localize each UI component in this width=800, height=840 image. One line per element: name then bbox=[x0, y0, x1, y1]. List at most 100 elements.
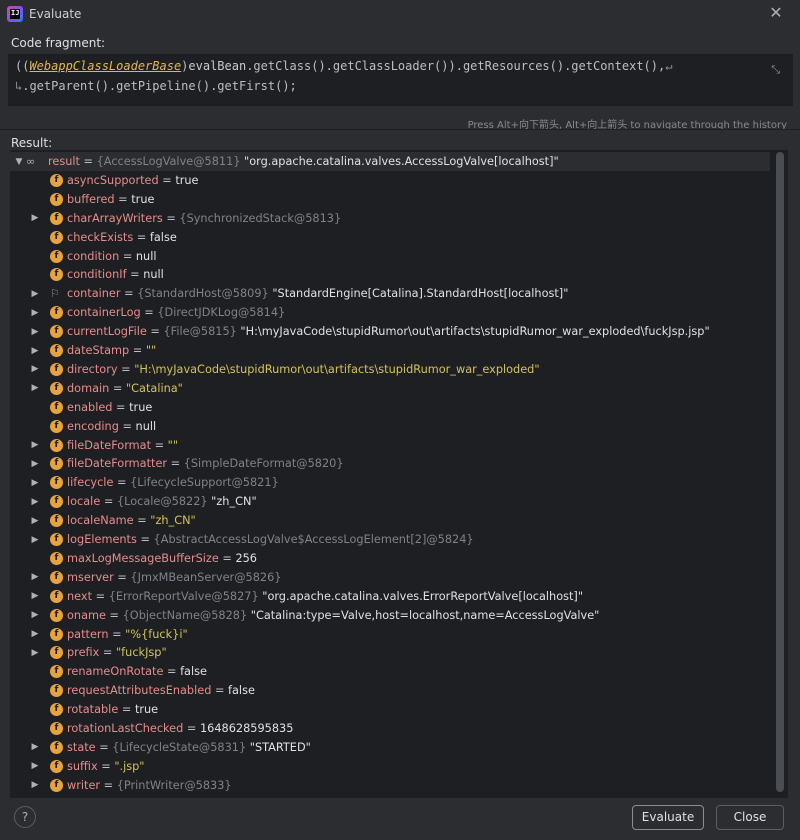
equals-sign: = bbox=[113, 476, 131, 490]
field-name: buffered bbox=[67, 192, 115, 206]
expand-arrow-icon[interactable]: ▶ bbox=[30, 742, 40, 752]
tree-row[interactable]: ▶ f fileDateFormatter = {SimpleDateFormat@… bbox=[10, 454, 770, 473]
expand-arrow-icon[interactable]: ▶ bbox=[30, 213, 40, 223]
expand-arrow-icon[interactable]: ▶ bbox=[30, 572, 40, 582]
tree-row[interactable]: ▶ f charArrayWriters = {SynchronizedStack@… bbox=[10, 209, 770, 228]
expand-arrow-icon[interactable]: ▶ bbox=[30, 459, 40, 469]
tree-row[interactable]: ▶ f domain = "Catalina" bbox=[10, 379, 770, 398]
type-ref: {JmxMBeanServer@5826} bbox=[130, 570, 282, 584]
field-value: "org.apache.catalina.valves.AccessLogVal… bbox=[240, 155, 559, 168]
tree-row-text: maxLogMessageBufferSize = 256 bbox=[67, 552, 257, 565]
field-value: "StandardEngine[Catalina].StandardHost[l… bbox=[268, 287, 569, 301]
equals-sign: = bbox=[119, 249, 136, 263]
expand-arrow-icon[interactable]: ▶ bbox=[30, 478, 40, 488]
tree-row[interactable]: ▶ f containerLog = {DirectJDKLog@5814} bbox=[10, 303, 770, 322]
tree-row[interactable]: f conditionIf = null bbox=[10, 265, 770, 284]
tree-row[interactable]: f renameOnRotate = false bbox=[10, 662, 770, 681]
expand-arrow-icon[interactable]: ▶ bbox=[30, 364, 40, 374]
field-icon: f bbox=[50, 665, 63, 679]
tree-row[interactable]: f encoding = null bbox=[10, 417, 770, 436]
expand-arrow-icon[interactable]: ▶ bbox=[30, 327, 40, 337]
tree-row[interactable]: ▶ f dateStamp = "" bbox=[10, 341, 770, 360]
collapse-editor-icon[interactable]: ⤡ bbox=[771, 63, 780, 77]
field-name: state bbox=[67, 740, 96, 754]
tree-row-text: checkExists = false bbox=[67, 231, 177, 244]
tree-row[interactable]: ▶ f mserver = {JmxMBeanServer@5826} bbox=[10, 568, 770, 587]
expand-arrow-icon[interactable]: ▶ bbox=[30, 516, 40, 526]
expand-arrow-icon[interactable]: ▶ bbox=[30, 383, 40, 393]
expand-arrow-icon[interactable]: ▶ bbox=[30, 497, 40, 507]
field-icon: f bbox=[50, 306, 63, 320]
type-ref: {PrintWriter@5833} bbox=[116, 778, 232, 792]
field-icon: f bbox=[50, 192, 63, 206]
tree-row[interactable]: ▶ f pattern = "%{fuck}i" bbox=[10, 625, 770, 644]
expand-arrow-icon[interactable]: ▶ bbox=[30, 289, 40, 299]
tree-row[interactable]: ▶ f fileDateFormat = "" bbox=[10, 436, 770, 455]
tree-row[interactable]: ▶ f locale = {Locale@5822} "zh_CN" bbox=[10, 492, 770, 511]
tree-row[interactable]: ▶ f suffix = ".jsp" bbox=[10, 757, 770, 776]
expand-arrow-icon[interactable]: ▶ bbox=[30, 780, 40, 790]
help-button[interactable]: ? bbox=[14, 806, 36, 828]
tree-row[interactable]: ▶ f prefix = "fuckJsp" bbox=[10, 643, 770, 662]
vertical-scrollbar[interactable] bbox=[776, 152, 784, 792]
tree-row[interactable]: f maxLogMessageBufferSize = 256 bbox=[10, 549, 770, 568]
field-value: null bbox=[135, 249, 157, 263]
close-button[interactable]: Close bbox=[716, 805, 784, 830]
close-icon[interactable]: ✕ bbox=[768, 5, 784, 21]
tree-row[interactable]: ▶ f state = {LifecycleState@5831} "STARTED… bbox=[10, 738, 770, 757]
expand-arrow-icon[interactable]: ▶ bbox=[30, 535, 40, 545]
field-value: "zh_CN" bbox=[207, 495, 257, 509]
tree-row[interactable]: ▶ f currentLogFile = {File@5815} "H:\myJav… bbox=[10, 322, 770, 341]
expand-arrow-icon[interactable]: ▶ bbox=[30, 648, 40, 658]
tree-row[interactable]: f rotatable = true bbox=[10, 700, 770, 719]
equals-sign: = bbox=[105, 608, 123, 622]
tree-row[interactable]: ▶ f next = {ErrorReportValve@5827} "org.ap… bbox=[10, 587, 770, 606]
expand-arrow-icon[interactable]: ▶ bbox=[30, 440, 40, 450]
evaluate-button[interactable]: Evaluate bbox=[632, 805, 704, 830]
expand-arrow-icon[interactable]: ▶ bbox=[30, 761, 40, 771]
equals-sign: = bbox=[109, 381, 126, 395]
expand-arrow-icon[interactable]: ▶ bbox=[30, 591, 40, 601]
tree-row[interactable]: ▶ f localeName = "zh_CN" bbox=[10, 511, 770, 530]
field-name: next bbox=[67, 589, 93, 603]
tree-row[interactable]: f condition = null bbox=[10, 247, 770, 266]
expand-arrow-icon[interactable]: ▶ bbox=[30, 346, 40, 356]
tree-row[interactable]: f rotationLastChecked = 1648628595835 bbox=[10, 719, 770, 738]
field-name: renameOnRotate bbox=[67, 665, 164, 679]
tree-row-text: currentLogFile = {File@5815} "H:\myJavaC… bbox=[67, 325, 710, 338]
equals-sign: = bbox=[100, 778, 117, 792]
tree-row[interactable]: ▶ f writer = {PrintWriter@5833} bbox=[10, 776, 770, 795]
tree-row[interactable]: f buffered = true bbox=[10, 190, 770, 209]
tree-row[interactable]: ▶ f directory = "H:\myJavaCode\stupidRumor… bbox=[10, 360, 770, 379]
tree-row[interactable]: ▶ f oname = {ObjectName@5828} "Catalina:ty… bbox=[10, 606, 770, 625]
result-tree[interactable]: ▼ ∞ result = {AccessLogValve@5811} "org.ap… bbox=[10, 150, 788, 798]
tree-row[interactable]: ▶ f lifecycle = {LifecycleSupport@5821} bbox=[10, 473, 770, 492]
field-value: null bbox=[143, 268, 164, 282]
field-value: "H:\myJavaCode\stupidRumor\out\artifacts… bbox=[236, 325, 710, 339]
expand-arrow-icon[interactable]: ▶ bbox=[30, 629, 40, 639]
field-value: "%{fuck}i" bbox=[125, 627, 188, 641]
tree-row[interactable]: f requestAttributesEnabled = false bbox=[10, 681, 770, 700]
field-value: "fuckJsp" bbox=[115, 646, 167, 660]
equals-sign: = bbox=[140, 306, 158, 320]
tree-row[interactable]: f asyncSupported = true bbox=[10, 171, 770, 190]
expand-arrow-icon[interactable]: ▶ bbox=[30, 308, 40, 318]
tree-row-text: domain = "Catalina" bbox=[67, 382, 183, 395]
field-icon: f bbox=[50, 230, 63, 244]
expand-arrow-icon[interactable]: ▶ bbox=[30, 610, 40, 620]
field-icon: f bbox=[50, 344, 63, 357]
code-fragment-editor[interactable]: ((WebappClassLoaderBase)evalBean.getClas… bbox=[8, 54, 793, 106]
field-name: dateStamp bbox=[67, 344, 130, 357]
type-ref: {Locale@5822} bbox=[116, 495, 208, 509]
collapse-arrow-icon[interactable]: ▼ bbox=[14, 157, 24, 167]
tree-row[interactable]: ▶ ⚐ container = {StandardHost@5809} "Stand… bbox=[10, 284, 770, 303]
type-ref: {File@5815} bbox=[163, 325, 237, 339]
equals-sign: = bbox=[211, 684, 229, 698]
tree-row[interactable]: f enabled = true bbox=[10, 398, 770, 417]
tree-row[interactable]: f checkExists = false bbox=[10, 228, 770, 247]
field-value: true bbox=[131, 192, 155, 206]
tree-root-row[interactable]: ▼ ∞ result = {AccessLogValve@5811} "org.ap… bbox=[10, 152, 770, 171]
window-title: Evaluate bbox=[29, 7, 82, 21]
field-icon: f bbox=[50, 703, 63, 717]
tree-row[interactable]: ▶ f logElements = {AbstractAccessLogValve$… bbox=[10, 530, 770, 549]
